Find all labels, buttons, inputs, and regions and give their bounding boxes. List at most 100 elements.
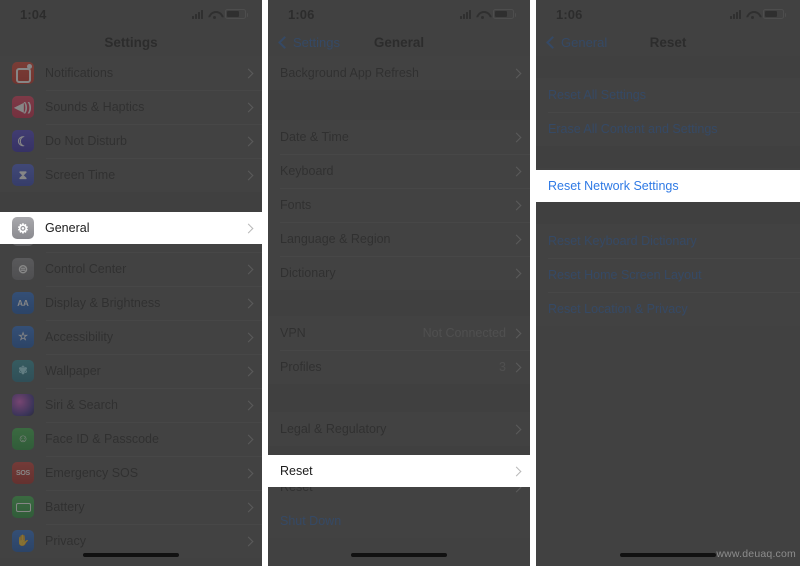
list-item-profiles[interactable]: Profiles 3 bbox=[268, 350, 530, 384]
page-title: Settings bbox=[104, 34, 158, 50]
row-label: Battery bbox=[45, 500, 85, 514]
list-item-reset-location-privacy[interactable]: Reset Location & Privacy bbox=[536, 292, 800, 326]
row-label: Erase All Content and Settings bbox=[548, 122, 718, 136]
chevron-right-icon bbox=[511, 68, 522, 78]
row-label: Background App Refresh bbox=[280, 66, 419, 80]
list-item-background-app-refresh[interactable]: Background App Refresh bbox=[268, 56, 530, 90]
wifi-icon bbox=[208, 10, 220, 19]
chevron-right-icon bbox=[511, 132, 522, 142]
row-label: Language & Region bbox=[280, 232, 391, 246]
status-time: 1:04 bbox=[20, 6, 47, 22]
general-group-2: Date & Time Keyboard Fonts Language & Re… bbox=[268, 120, 530, 290]
phone-panel-reset: 1:06 General Reset Reset All Settings Er… bbox=[536, 0, 800, 566]
row-label: Reset Home Screen Layout bbox=[548, 268, 702, 282]
sidebar-item-face-id-passcode[interactable]: ☺ Face ID & Passcode bbox=[0, 422, 262, 456]
back-button-general[interactable]: General bbox=[546, 28, 607, 56]
list-item-reset-keyboard-dictionary[interactable]: Reset Keyboard Dictionary bbox=[536, 224, 800, 258]
highlighted-row-reset[interactable]: Reset bbox=[268, 455, 530, 487]
row-label: Reset Keyboard Dictionary bbox=[548, 234, 697, 248]
row-label: Fonts bbox=[280, 198, 312, 212]
row-label: Emergency SOS bbox=[45, 466, 139, 480]
list-item-reset-home-screen-layout[interactable]: Reset Home Screen Layout bbox=[536, 258, 800, 292]
sidebar-item-emergency-sos[interactable]: SOS Emergency SOS bbox=[0, 456, 262, 490]
list-item-reset-all-settings[interactable]: Reset All Settings bbox=[536, 78, 800, 112]
row-label: Control Center bbox=[45, 262, 127, 276]
settings-group-2: ⚙ General ⊜ Control Center AA Display & … bbox=[0, 218, 262, 558]
sidebar-item-battery[interactable]: Battery bbox=[0, 490, 262, 524]
list-item-shut-down[interactable]: Shut Down bbox=[268, 504, 530, 538]
row-label: Wallpaper bbox=[45, 364, 101, 378]
chevron-right-icon bbox=[243, 223, 254, 233]
general-group-4: Legal & Regulatory bbox=[268, 412, 530, 446]
row-label: Dictionary bbox=[280, 266, 336, 280]
do-not-disturb-icon: ☾ bbox=[12, 130, 34, 152]
sidebar-item-display-brightness[interactable]: AA Display & Brightness bbox=[0, 286, 262, 320]
list-item-date-time[interactable]: Date & Time bbox=[268, 120, 530, 154]
list-item-vpn[interactable]: VPN Not Connected bbox=[268, 316, 530, 350]
list-item-fonts[interactable]: Fonts bbox=[268, 188, 530, 222]
page-title: Reset bbox=[649, 34, 687, 50]
chevron-left-icon bbox=[546, 35, 559, 49]
battery-status-icon bbox=[763, 9, 786, 19]
list-item-erase-all-content[interactable]: Erase All Content and Settings bbox=[536, 112, 800, 146]
status-indicators bbox=[460, 9, 516, 19]
row-label: Reset bbox=[280, 464, 313, 478]
row-label: Notifications bbox=[45, 66, 114, 80]
emergency-sos-icon: SOS bbox=[12, 462, 34, 484]
notifications-icon bbox=[12, 62, 34, 84]
chevron-right-icon bbox=[243, 264, 254, 274]
sidebar-item-sounds-haptics[interactable]: ◀)) Sounds & Haptics bbox=[0, 90, 262, 124]
list-item-language-region[interactable]: Language & Region bbox=[268, 222, 530, 256]
display-brightness-icon: AA bbox=[12, 292, 34, 314]
sidebar-item-screen-time[interactable]: ⧗ Screen Time bbox=[0, 158, 262, 192]
row-label: Date & Time bbox=[280, 130, 349, 144]
sidebar-item-do-not-disturb[interactable]: ☾ Do Not Disturb bbox=[0, 124, 262, 158]
sidebar-item-accessibility[interactable]: ☆ Accessibility bbox=[0, 320, 262, 354]
privacy-icon: ✋ bbox=[12, 530, 34, 552]
wifi-icon bbox=[476, 10, 488, 19]
general-gear-icon: ⚙ bbox=[12, 217, 34, 239]
list-item-keyboard[interactable]: Keyboard bbox=[268, 154, 530, 188]
battery-status-icon bbox=[225, 9, 248, 19]
cellular-signal-icon bbox=[192, 9, 203, 19]
row-label: Profiles bbox=[280, 360, 322, 374]
general-group-3: VPN Not Connected Profiles 3 bbox=[268, 316, 530, 384]
status-time: 1:06 bbox=[288, 6, 315, 22]
status-bar: 1:06 bbox=[268, 0, 530, 28]
home-indicator bbox=[620, 553, 716, 557]
row-label: VPN bbox=[280, 326, 306, 340]
chevron-right-icon bbox=[511, 362, 522, 372]
settings-group-1: Notifications ◀)) Sounds & Haptics ☾ Do … bbox=[0, 56, 262, 192]
highlighted-row-general[interactable]: ⚙ General bbox=[0, 212, 262, 244]
group-separator bbox=[536, 56, 800, 78]
highlighted-row-reset-network-settings[interactable]: Reset Network Settings bbox=[536, 170, 800, 202]
group-separator bbox=[536, 202, 800, 224]
chevron-right-icon bbox=[511, 268, 522, 278]
sidebar-item-notifications[interactable]: Notifications bbox=[0, 56, 262, 90]
status-bar: 1:04 bbox=[0, 0, 262, 28]
row-label: Reset Network Settings bbox=[548, 179, 679, 193]
general-group-6: Shut Down bbox=[268, 504, 530, 538]
back-button-settings[interactable]: Settings bbox=[278, 28, 340, 56]
sidebar-item-siri-search[interactable]: Siri & Search bbox=[0, 388, 262, 422]
chevron-right-icon bbox=[243, 502, 254, 512]
status-indicators bbox=[730, 9, 786, 19]
status-indicators bbox=[192, 9, 248, 19]
list-item-dictionary[interactable]: Dictionary bbox=[268, 256, 530, 290]
reset-group-1: Reset All Settings Erase All Content and… bbox=[536, 78, 800, 146]
row-label: Keyboard bbox=[280, 164, 334, 178]
sidebar-item-wallpaper[interactable]: ✾ Wallpaper bbox=[0, 354, 262, 388]
siri-search-icon bbox=[12, 394, 34, 416]
status-bar: 1:06 bbox=[536, 0, 800, 28]
chevron-right-icon bbox=[243, 332, 254, 342]
screenshot-root: 1:04 Settings Notifications ◀)) Sounds &… bbox=[0, 0, 800, 566]
sidebar-item-control-center[interactable]: ⊜ Control Center bbox=[0, 252, 262, 286]
group-separator bbox=[268, 290, 530, 316]
page-title: General bbox=[373, 34, 425, 50]
row-label: Legal & Regulatory bbox=[280, 422, 387, 436]
status-time: 1:06 bbox=[556, 6, 583, 22]
chevron-right-icon bbox=[511, 234, 522, 244]
list-item-legal-regulatory[interactable]: Legal & Regulatory bbox=[268, 412, 530, 446]
chevron-right-icon bbox=[511, 424, 522, 434]
row-label: Siri & Search bbox=[45, 398, 118, 412]
